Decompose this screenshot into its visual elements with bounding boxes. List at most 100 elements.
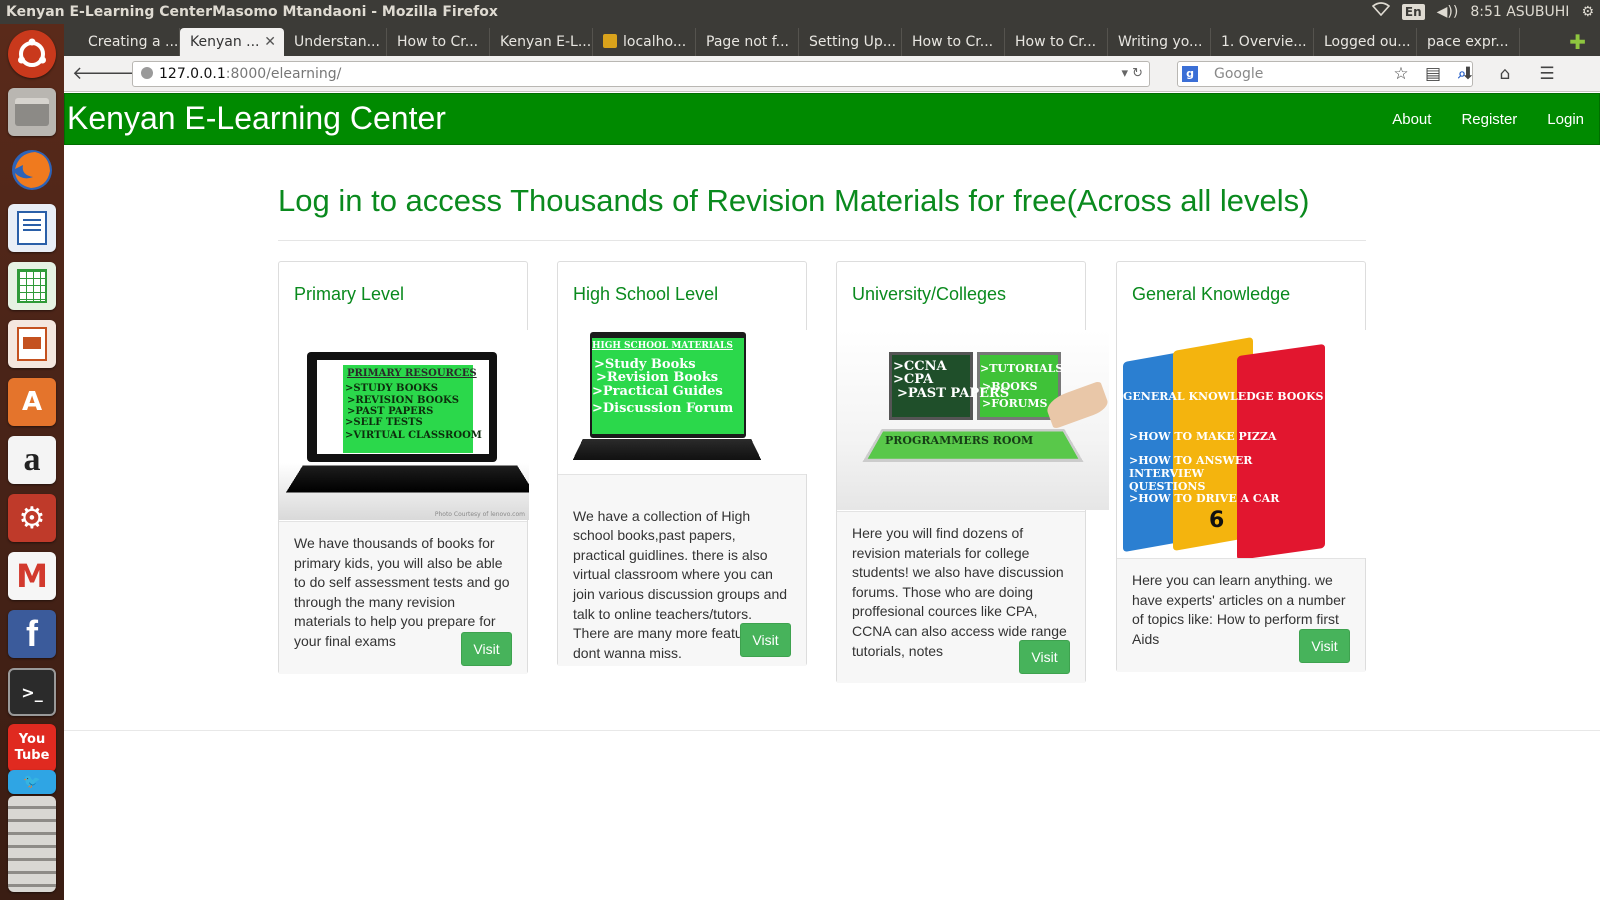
site-nav-links: About Register Login [1377,94,1599,146]
downloads-icon[interactable]: ⬇ [1455,62,1481,86]
tab-close-icon[interactable]: ✕ [264,28,276,56]
red-book [1237,343,1325,558]
forward-arrow-icon[interactable]: 🡒 [98,62,146,86]
tab[interactable]: How to Cr... [1005,28,1108,56]
bookmark-star-icon[interactable]: ☆ [1388,62,1414,86]
tab[interactable]: Understan... [284,28,387,56]
image-text: >HOW TO DRIVE A CAR [1129,492,1280,505]
system-settings-icon[interactable]: ⚙ [8,494,56,542]
card-university-colleges: University/Colleges >CCNA >CPA >PAST PAP… [836,261,1109,683]
image-text: >TUTORIALS [980,362,1064,375]
hero-divider [278,240,1366,241]
trash-stack-icon[interactable] [8,796,56,892]
visit-button[interactable]: Visit [1299,629,1350,663]
firefox-icon[interactable] [8,146,56,194]
image-text: >CPA [893,372,934,387]
tab-active[interactable]: Kenyan ... ✕ [180,28,284,56]
card-high-school-level: High School Level HIGH SCHOOL MATERIALS … [557,261,808,666]
image-text: >FORUMS [982,397,1048,410]
image-text: >VIRTUAL CLASSROOM [345,430,482,441]
menu-icon[interactable]: ☰ [1534,62,1560,86]
footer-divider [64,730,1600,731]
tab[interactable]: Setting Up... [799,28,902,56]
tab-label: Page not f... [706,34,789,50]
tab[interactable]: localho... [593,28,696,56]
image-text: >SELF TESTS [345,417,423,428]
gmail-icon[interactable]: M [8,552,56,600]
image-caption: Photo Courtesy of lenovo.com [434,511,525,518]
window-title: Kenyan E-Learning CenterMasomo Mtandaoni… [6,4,498,20]
youtube-icon[interactable]: You Tube [8,724,56,772]
books-image: GENERAL KNOWLEDGE BOOKS >HOW TO MAKE PIZ… [1117,330,1367,558]
software-center-icon[interactable]: A [8,378,56,426]
files-icon[interactable] [8,88,56,136]
tab-label: 1. Overvie... [1221,34,1307,50]
image-text: >Revision Books [596,370,719,385]
calc-icon[interactable] [8,262,56,310]
visit-button[interactable]: Visit [1019,640,1070,674]
tab[interactable]: 1. Overvie... [1211,28,1314,56]
tab-label: Kenyan E-L... [500,34,592,50]
url-bar[interactable]: 127.0.0.1:8000/elearning/ ▾ ↻ [132,61,1150,87]
card-title: High School Level [573,284,719,304]
tab-label: How to Cr... [1015,34,1097,50]
navigation-toolbar: 🡐 🡒 127.0.0.1:8000/elearning/ ▾ ↻ g Goog… [64,56,1600,92]
new-tab-icon[interactable]: ✚ [1569,28,1586,56]
tab[interactable]: Writing yo... [1108,28,1211,56]
tab[interactable]: How to Cr... [902,28,1005,56]
image-text: GENERAL KNOWLEDGE BOOKS [1123,390,1324,403]
site-navbar: Kenyan E-Learning Center About Register … [64,93,1600,145]
keyboard-layout-indicator[interactable]: En [1401,4,1425,20]
tab-label: Logged ou... [1324,34,1411,50]
volume-icon[interactable]: ◀)) [1437,0,1459,24]
bookmarks-menu-icon[interactable]: ▤ [1420,62,1446,86]
nav-login-link[interactable]: Login [1532,94,1599,146]
visit-button[interactable]: Visit [740,623,791,657]
site-brand[interactable]: Kenyan E-Learning Center [67,100,446,136]
facebook-icon[interactable]: f [8,610,56,658]
reload-icon[interactable]: ▾ ↻ [1121,62,1143,86]
impress-icon[interactable] [8,320,56,368]
primary-laptop-image: PRIMARY RESOURCES >STUDY BOOKS >REVISION… [279,330,529,520]
tab[interactable]: Kenyan E-L... [490,28,593,56]
tab-label: Creating a ... [88,34,179,50]
favicon-icon [603,34,617,48]
nav-register-link[interactable]: Register [1446,94,1532,146]
system-top-panel: Kenyan E-Learning CenterMasomo Mtandaoni… [0,0,1600,24]
image-text: >HOW TO ANSWER INTERVIEW QUESTIONS [1129,454,1253,493]
laptop-keyboard [572,439,762,461]
image-text: >HOW TO MAKE PIZZA [1129,430,1277,443]
site-identity-icon[interactable] [141,67,153,79]
tab-bar: Creating a ... Kenyan ... ✕ Understan...… [64,24,1600,56]
wifi-icon[interactable] [1371,0,1391,24]
tab[interactable]: Page not f... [696,28,799,56]
back-arrow-icon[interactable]: 🡐 [72,62,120,86]
clock[interactable]: 8:51 ASUBUHI [1470,0,1569,24]
university-tablets-image: >CCNA >CPA >PAST PAPERS >TUTORIALS >BOOK… [837,330,1109,510]
high-school-laptop-image: HIGH SCHOOL MATERIALS >Study Books >Revi… [558,330,808,474]
image-text: PRIMARY RESOURCES [347,368,477,379]
writer-icon[interactable] [8,204,56,252]
terminal-icon[interactable]: >_ [8,668,56,716]
image-text: >Discussion Forum [592,401,734,416]
gear-icon[interactable]: ⚙ [1581,0,1594,24]
tab[interactable]: pace expr... [1417,28,1520,56]
ubuntu-dash-icon[interactable] [8,30,56,78]
card-title: Primary Level [294,284,405,304]
tab[interactable]: Creating a ... [78,28,180,56]
tab[interactable]: How to Cr... [387,28,490,56]
twitter-icon[interactable]: 🐦 [8,770,56,794]
page-content: Kenyan E-Learning Center About Register … [64,93,1600,900]
image-text: >Practical Guides [592,384,723,399]
url-path: :8000/elearning/ [225,66,342,82]
home-icon[interactable]: ⌂ [1492,62,1518,86]
tab-label: Understan... [294,34,380,50]
tab[interactable]: Logged ou... [1314,28,1417,56]
nav-about-link[interactable]: About [1377,94,1446,146]
visit-button[interactable]: Visit [461,632,512,666]
google-engine-icon[interactable]: g [1182,66,1198,82]
tab-label: How to Cr... [397,34,479,50]
tab-label: Writing yo... [1118,34,1203,50]
tab-label: localho... [623,34,687,50]
amazon-icon[interactable]: a [8,436,56,484]
